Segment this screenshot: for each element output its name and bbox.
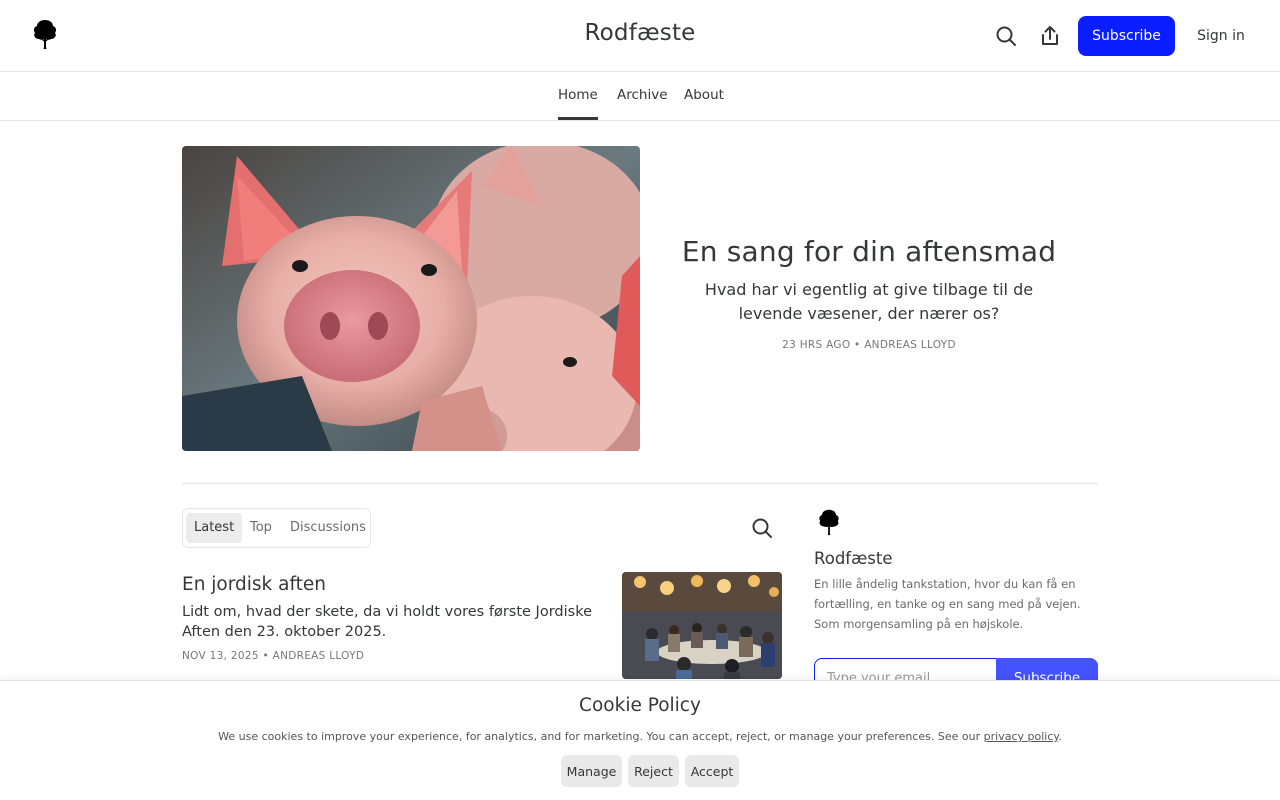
feed-tabs: Latest Top Discussions	[182, 508, 371, 548]
tab-top[interactable]: Top	[242, 513, 280, 543]
hero-text: En sang for din aftensmad Hvad har vi eg…	[680, 232, 1058, 351]
share-icon[interactable]	[1038, 24, 1062, 48]
nav-item-archive[interactable]: Archive	[617, 72, 668, 120]
hero-post-meta: 23 HRS AGO • ANDREAS LLOYD	[680, 339, 1058, 351]
site-title[interactable]: Rodfæste	[584, 20, 695, 46]
cookie-text-end: .	[1058, 730, 1062, 743]
tree-icon	[816, 508, 842, 536]
post-subtitle: Lidt om, hvad der skete, da vi holdt vor…	[182, 604, 593, 640]
search-icon[interactable]	[750, 516, 774, 540]
hero-post-date: 23 HRS AGO	[782, 339, 851, 351]
tab-latest[interactable]: Latest	[186, 513, 243, 543]
privacy-policy-link[interactable]: privacy policy	[984, 730, 1059, 743]
sign-in-button[interactable]: Sign in	[1187, 16, 1255, 56]
sidebar-description: En lille åndelig tankstation, hvor du ka…	[814, 577, 1081, 631]
meta-separator: •	[850, 339, 865, 351]
cookie-title: Cookie Policy	[579, 695, 701, 716]
main-nav: Home Archive About	[0, 72, 1280, 121]
reject-cookies-button[interactable]: Reject	[628, 755, 679, 787]
meta-separator: •	[258, 650, 273, 662]
search-icon[interactable]	[994, 24, 1018, 48]
nav-item-about[interactable]: About	[684, 72, 724, 120]
post-thumbnail[interactable]	[622, 572, 782, 679]
post-date: NOV 13, 2025	[182, 650, 259, 662]
section-divider	[182, 483, 1098, 484]
tab-discussions[interactable]: Discussions	[282, 513, 374, 543]
hero-image[interactable]	[182, 146, 640, 451]
sidebar-publication-name: Rodfæste	[814, 549, 893, 568]
cookie-text: We use cookies to improve your experienc…	[0, 730, 1280, 743]
hero-post-title[interactable]: En sang for din aftensmad	[680, 232, 1058, 272]
cookie-banner: Cookie Policy We use cookies to improve …	[0, 680, 1280, 800]
post-author[interactable]: ANDREAS LLOYD	[273, 650, 365, 662]
nav-item-home[interactable]: Home	[558, 72, 598, 120]
cookie-text-body: We use cookies to improve your experienc…	[218, 730, 984, 743]
tree-icon[interactable]	[31, 18, 59, 50]
manage-cookies-button[interactable]: Manage	[561, 755, 622, 787]
accept-cookies-button[interactable]: Accept	[685, 755, 739, 787]
top-header: Rodfæste Subscribe Sign in	[0, 0, 1280, 72]
subscribe-button[interactable]: Subscribe	[1078, 16, 1175, 56]
post-title[interactable]: En jordisk aften	[182, 572, 326, 598]
hero-post-subtitle: Hvad har vi egentlig at give tilbage til…	[704, 280, 1034, 323]
hero-post-author[interactable]: ANDREAS LLOYD	[864, 339, 956, 351]
post-meta: NOV 13, 2025 • ANDREAS LLOYD	[182, 650, 364, 662]
